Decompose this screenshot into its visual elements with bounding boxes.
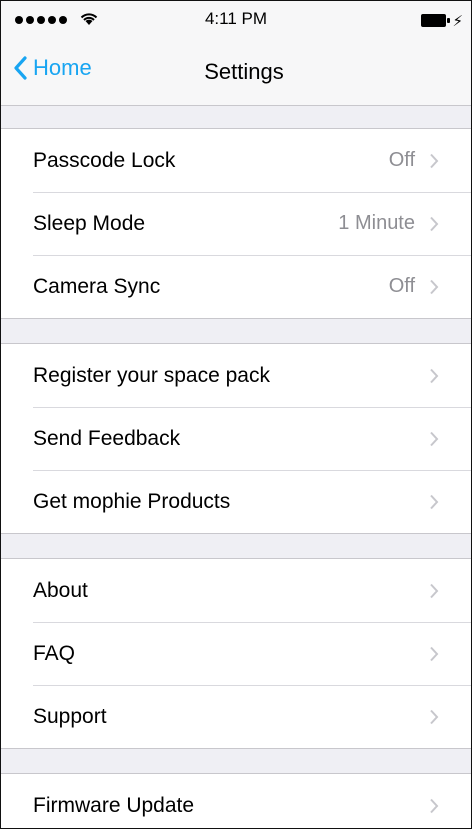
battery-icon bbox=[421, 14, 451, 27]
chevron-right-icon bbox=[430, 431, 439, 446]
row-value: Off bbox=[388, 275, 415, 297]
firmware-update-row[interactable]: Firmware Update bbox=[1, 774, 471, 828]
navigation-bar: Home Settings bbox=[1, 39, 471, 106]
passcode-lock-row[interactable]: Passcode Lock Off bbox=[1, 129, 471, 192]
settings-group-help: About FAQ Support bbox=[1, 558, 471, 749]
row-label: Sleep Mode bbox=[33, 211, 146, 235]
charging-bolt-icon: ⚡ bbox=[452, 13, 463, 30]
row-label: Passcode Lock bbox=[33, 148, 176, 172]
get-mophie-products-row[interactable]: Get mophie Products bbox=[1, 470, 471, 533]
row-value: 1 Minute bbox=[338, 212, 415, 234]
phone-screen: 4:11 PM ⚡ Home Settings Passcode Lock Of… bbox=[0, 0, 472, 829]
settings-group-mophie: Register your space pack Send Feedback G… bbox=[1, 343, 471, 534]
row-label: Firmware Update bbox=[33, 793, 195, 817]
settings-list: Passcode Lock Off Sleep Mode 1 Minute Ca… bbox=[1, 106, 471, 828]
sleep-mode-row[interactable]: Sleep Mode 1 Minute bbox=[1, 192, 471, 255]
faq-row[interactable]: FAQ bbox=[1, 622, 471, 685]
chevron-right-icon bbox=[430, 153, 439, 168]
row-label: FAQ bbox=[33, 641, 76, 665]
row-value: Off bbox=[388, 149, 415, 171]
chevron-right-icon bbox=[430, 709, 439, 724]
settings-group-firmware: Firmware Update bbox=[1, 773, 471, 828]
chevron-right-icon bbox=[430, 646, 439, 661]
row-label: About bbox=[33, 578, 88, 602]
chevron-right-icon bbox=[430, 583, 439, 598]
about-row[interactable]: About bbox=[1, 559, 471, 622]
chevron-right-icon bbox=[430, 798, 439, 813]
row-label: Get mophie Products bbox=[33, 489, 231, 513]
row-label: Send Feedback bbox=[33, 426, 181, 450]
status-time: 4:11 PM bbox=[204, 9, 268, 28]
camera-sync-row[interactable]: Camera Sync Off bbox=[1, 255, 471, 318]
chevron-right-icon bbox=[430, 494, 439, 509]
chevron-right-icon bbox=[430, 368, 439, 383]
status-bar: 4:11 PM ⚡ bbox=[1, 1, 471, 39]
chevron-right-icon bbox=[430, 216, 439, 231]
row-label: Register your space pack bbox=[33, 363, 270, 387]
settings-group-device: Passcode Lock Off Sleep Mode 1 Minute Ca… bbox=[1, 128, 471, 319]
support-row[interactable]: Support bbox=[1, 685, 471, 748]
page-title: Settings bbox=[204, 59, 284, 84]
row-label: Camera Sync bbox=[33, 274, 161, 298]
row-label: Support bbox=[33, 704, 107, 728]
register-space-pack-row[interactable]: Register your space pack bbox=[1, 344, 471, 407]
chevron-right-icon bbox=[430, 279, 439, 294]
send-feedback-row[interactable]: Send Feedback bbox=[1, 407, 471, 470]
